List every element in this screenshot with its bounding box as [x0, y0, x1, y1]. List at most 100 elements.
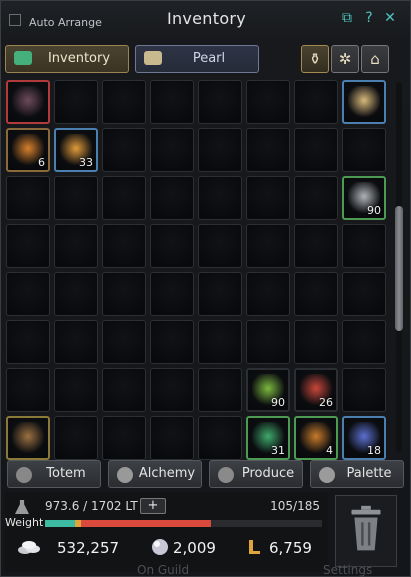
empty-slot[interactable] [54, 224, 98, 268]
produce-icon [218, 467, 234, 483]
empty-slot[interactable] [6, 320, 50, 364]
add-weight-button[interactable]: + [140, 498, 166, 514]
item-quantity: 31 [271, 444, 285, 457]
item-quantity: 4 [326, 444, 333, 457]
alchemy-icon [117, 467, 133, 483]
empty-slot[interactable] [54, 320, 98, 364]
empty-slot[interactable] [198, 176, 242, 220]
inventory-window: Auto Arrange Inventory ⧉ ? ✕ Inventory P… [0, 0, 411, 577]
empty-slot[interactable] [150, 272, 194, 316]
book-icon [12, 86, 44, 118]
empty-slot[interactable] [246, 80, 290, 124]
orange-potion-item-slot[interactable]: 6 [6, 128, 50, 172]
empty-slot[interactable] [102, 176, 146, 220]
popout-icon[interactable]: ⧉ [339, 10, 355, 26]
title-bar[interactable]: Auto Arrange Inventory ⧉ ? ✕ [1, 1, 411, 37]
empty-slot[interactable] [6, 224, 50, 268]
bag-icon[interactable]: ⚱ [301, 45, 329, 73]
item-quantity: 33 [79, 156, 93, 169]
empty-slot[interactable] [150, 224, 194, 268]
red-herb-item-slot[interactable]: 26 [294, 368, 338, 412]
trash-button[interactable] [335, 495, 397, 567]
tab-inventory[interactable]: Inventory [5, 45, 129, 73]
empty-slot[interactable] [102, 320, 146, 364]
totem-icon [16, 467, 32, 483]
empty-slot[interactable] [198, 80, 242, 124]
item-quantity: 26 [319, 396, 333, 409]
empty-slot[interactable] [198, 224, 242, 268]
empty-slot[interactable] [294, 272, 338, 316]
empty-slot[interactable] [342, 368, 386, 412]
empty-slot[interactable] [6, 176, 50, 220]
empty-slot[interactable] [198, 320, 242, 364]
empty-slot[interactable] [342, 320, 386, 364]
close-icon[interactable]: ✕ [382, 10, 398, 26]
empty-slot[interactable] [54, 176, 98, 220]
key-item-slot[interactable]: 90 [342, 176, 386, 220]
tab-pearl[interactable]: Pearl [135, 45, 259, 73]
empty-slot[interactable] [342, 272, 386, 316]
empty-slot[interactable] [342, 224, 386, 268]
anvil-item-slot[interactable] [6, 416, 50, 460]
footer-settings-text: Settings [323, 563, 373, 577]
empty-slot[interactable] [342, 128, 386, 172]
empty-slot[interactable] [102, 368, 146, 412]
produce-label: Produce [241, 466, 295, 481]
empty-slot[interactable] [294, 128, 338, 172]
totem-button[interactable]: Totem [7, 460, 101, 488]
empty-slot[interactable] [102, 224, 146, 268]
empty-slot[interactable] [150, 80, 194, 124]
gear-wheel-icon[interactable]: ✲ [331, 45, 359, 73]
orange-elixir-item-slot[interactable]: 33 [54, 128, 98, 172]
empty-slot[interactable] [54, 416, 98, 460]
book-item-slot[interactable] [6, 80, 50, 124]
empty-slot[interactable] [198, 368, 242, 412]
empty-slot[interactable] [246, 224, 290, 268]
empty-slot[interactable] [102, 128, 146, 172]
empty-slot[interactable] [294, 224, 338, 268]
empty-slot[interactable] [102, 80, 146, 124]
empty-slot[interactable] [150, 128, 194, 172]
green-sprout-item-slot[interactable]: 31 [246, 416, 290, 460]
empty-slot[interactable] [294, 176, 338, 220]
house-icon[interactable]: ⌂ [361, 45, 389, 73]
item-quantity: 90 [367, 204, 381, 217]
empty-slot[interactable] [150, 368, 194, 412]
empty-slot[interactable] [294, 80, 338, 124]
pearl-bag-icon [144, 51, 162, 65]
empty-slot[interactable] [6, 272, 50, 316]
produce-button[interactable]: Produce [209, 460, 303, 488]
empty-slot[interactable] [246, 176, 290, 220]
empty-slot[interactable] [246, 272, 290, 316]
empty-slot[interactable] [6, 368, 50, 412]
empty-slot[interactable] [198, 128, 242, 172]
weight-bar-items-segment [81, 520, 211, 527]
empty-slot[interactable] [54, 80, 98, 124]
empty-slot[interactable] [102, 272, 146, 316]
empty-slot[interactable] [54, 272, 98, 316]
empty-slot[interactable] [102, 416, 146, 460]
palette-button[interactable]: Palette [310, 460, 404, 488]
empty-slot[interactable] [198, 272, 242, 316]
empty-slot[interactable] [150, 416, 194, 460]
green-herb-item-slot[interactable]: 90 [246, 368, 290, 412]
copper-ring-item-slot[interactable]: 4 [294, 416, 338, 460]
empty-slot[interactable] [150, 320, 194, 364]
alchemy-button[interactable]: Alchemy [108, 460, 202, 488]
empty-slot[interactable] [294, 320, 338, 364]
scroll-item-slot[interactable] [342, 80, 386, 124]
empty-slot[interactable] [150, 176, 194, 220]
palette-icon [319, 467, 335, 483]
scrollbar-thumb[interactable] [395, 206, 403, 331]
pearl-amount: 2,009 [173, 539, 216, 557]
loyalty-amount: 6,759 [269, 539, 312, 557]
blue-shell-item-slot[interactable]: 18 [342, 416, 386, 460]
empty-slot[interactable] [246, 128, 290, 172]
item-quantity: 18 [367, 444, 381, 457]
empty-slot[interactable] [246, 320, 290, 364]
empty-slot[interactable] [198, 416, 242, 460]
help-icon[interactable]: ? [361, 10, 377, 26]
trash-icon [351, 505, 381, 551]
slot-count: 105/185 [270, 499, 320, 513]
empty-slot[interactable] [54, 368, 98, 412]
